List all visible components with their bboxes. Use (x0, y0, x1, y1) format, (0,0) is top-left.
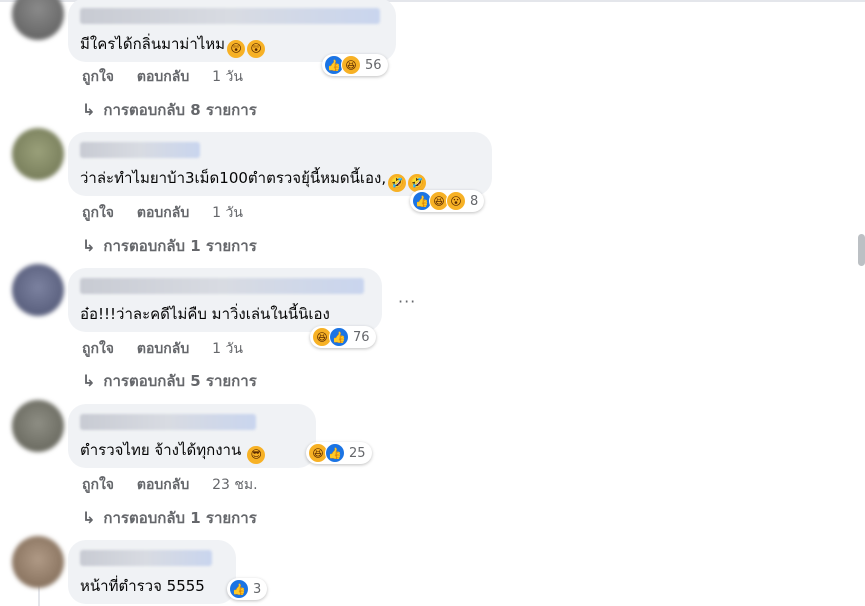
comment-text-content: ตำรวจไทย จ้างได้ทุกงาน (80, 441, 242, 459)
comment-text: ตำรวจไทย จ้างได้ทุกงาน 😎 (80, 438, 266, 464)
like-reaction-icon: 👍 (229, 579, 249, 599)
comment-actions: ถูกใจ ตอบกลับ 1 วัน (82, 202, 261, 224)
timestamp[interactable]: 1 วัน (212, 341, 243, 357)
reaction-count: 8 (470, 193, 479, 209)
replies-label: การตอบกลับ 8 รายการ (103, 101, 257, 119)
avatar[interactable] (12, 536, 64, 588)
replies-label: การตอบกลับ 1 รายการ (103, 237, 257, 255)
view-replies-link[interactable]: ↳ การตอบกลับ 1 รายการ (82, 506, 257, 530)
like-reaction-icon: 👍 (325, 443, 345, 463)
reaction-summary[interactable]: 👍 3 (227, 578, 268, 600)
comment-bubble: หน้าที่ตำรวจ 5555 (68, 540, 236, 604)
view-replies-link[interactable]: ↳ การตอบกลับ 1 รายการ (82, 234, 257, 258)
comment-actions: ถูกใจ ตอบกลับ 1 วัน (82, 66, 261, 88)
reply-link[interactable]: ตอบกลับ (137, 69, 189, 85)
reply-arrow-icon: ↳ (82, 100, 96, 119)
sunglasses-emoji-icon: 😎 (247, 446, 266, 464)
astonished-emoji-icon: 😲 (227, 40, 246, 58)
like-link[interactable]: ถูกใจ (82, 205, 114, 221)
haha-reaction-icon: 😆 (341, 55, 361, 75)
author-name-blurred[interactable] (80, 278, 364, 294)
comment-text: อ๋อ!!!ว่าละคดีไม่คืบ มาวิ่งเล่นในนี้นิเอ… (80, 302, 330, 326)
comment-bubble: มีใครได้กลิ่นมาม่าไหม 😲 😲 (68, 0, 396, 62)
avatar[interactable] (12, 128, 64, 180)
like-reaction-icon: 👍 (329, 327, 349, 347)
timestamp[interactable]: 1 วัน (212, 205, 243, 221)
author-name-blurred[interactable] (80, 142, 200, 158)
comment-text: ว่าล่ะทำไมยาบ้า3เม็ด100ตำตรวจยุ้นี้หมดนี… (80, 166, 427, 192)
comment-text-content: อ๋อ!!!ว่าละคดีไม่คืบ มาวิ่งเล่นในนี้นิเอ… (80, 305, 330, 323)
author-name-blurred[interactable] (80, 414, 256, 430)
replies-label: การตอบกลับ 1 รายการ (103, 509, 257, 527)
comment-text-content: มีใครได้กลิ่นมาม่าไหม (80, 35, 226, 53)
reaction-summary[interactable]: 👍 😆 😮 8 (410, 190, 485, 212)
comment-bubble: ตำรวจไทย จ้างได้ทุกงาน 😎 (68, 404, 316, 468)
astonished-emoji-icon: 😲 (247, 40, 266, 58)
view-replies-link[interactable]: ↳ การตอบกลับ 8 รายการ (82, 98, 257, 122)
reaction-summary[interactable]: 😆 👍 25 (306, 442, 372, 464)
like-link[interactable]: ถูกใจ (82, 69, 114, 85)
comment-actions: ถูกใจ ตอบกลับ 23 ชม. (82, 474, 276, 496)
avatar[interactable] (12, 0, 64, 40)
reaction-count: 76 (353, 329, 370, 345)
more-options-button[interactable]: ··· (398, 292, 416, 311)
reply-link[interactable]: ตอบกลับ (137, 477, 189, 493)
like-link[interactable]: ถูกใจ (82, 477, 114, 493)
reaction-count: 56 (365, 57, 382, 73)
comment-bubble: อ๋อ!!!ว่าละคดีไม่คืบ มาวิ่งเล่นในนี้นิเอ… (68, 268, 382, 332)
reaction-count: 25 (349, 445, 366, 461)
reaction-summary[interactable]: 😆 👍 76 (310, 326, 376, 348)
reaction-count: 3 (253, 581, 262, 597)
reply-arrow-icon: ↳ (82, 371, 96, 390)
comment-text: มีใครได้กลิ่นมาม่าไหม 😲 😲 (80, 32, 266, 58)
comment-bubble: ว่าล่ะทำไมยาบ้า3เม็ด100ตำตรวจยุ้นี้หมดนี… (68, 132, 492, 196)
rofl-emoji-icon: 🤣 (388, 174, 407, 192)
scrollbar-thumb[interactable] (858, 234, 865, 266)
reply-link[interactable]: ตอบกลับ (137, 341, 189, 357)
replies-label: การตอบกลับ 5 รายการ (103, 372, 257, 390)
comment-actions: ถูกใจ ตอบกลับ 1 วัน (82, 338, 261, 360)
author-name-blurred[interactable] (80, 8, 380, 24)
reply-arrow-icon: ↳ (82, 508, 96, 527)
author-name-blurred[interactable] (80, 550, 212, 566)
avatar[interactable] (12, 264, 64, 316)
reply-arrow-icon: ↳ (82, 236, 96, 255)
timestamp[interactable]: 23 ชม. (212, 477, 257, 493)
comment-text-content: หน้าที่ตำรวจ 5555 (80, 577, 205, 595)
wow-reaction-icon: 😮 (446, 191, 466, 211)
comment-text: หน้าที่ตำรวจ 5555 (80, 574, 205, 598)
like-link[interactable]: ถูกใจ (82, 341, 114, 357)
comment-text-content: ว่าล่ะทำไมยาบ้า3เม็ด100ตำตรวจยุ้นี้หมดนี… (80, 169, 387, 187)
reaction-summary[interactable]: 👍 😆 56 (322, 54, 388, 76)
timestamp[interactable]: 1 วัน (212, 69, 243, 85)
view-replies-link[interactable]: ↳ การตอบกลับ 5 รายการ (82, 369, 257, 393)
reply-link[interactable]: ตอบกลับ (137, 205, 189, 221)
avatar[interactable] (12, 400, 64, 452)
